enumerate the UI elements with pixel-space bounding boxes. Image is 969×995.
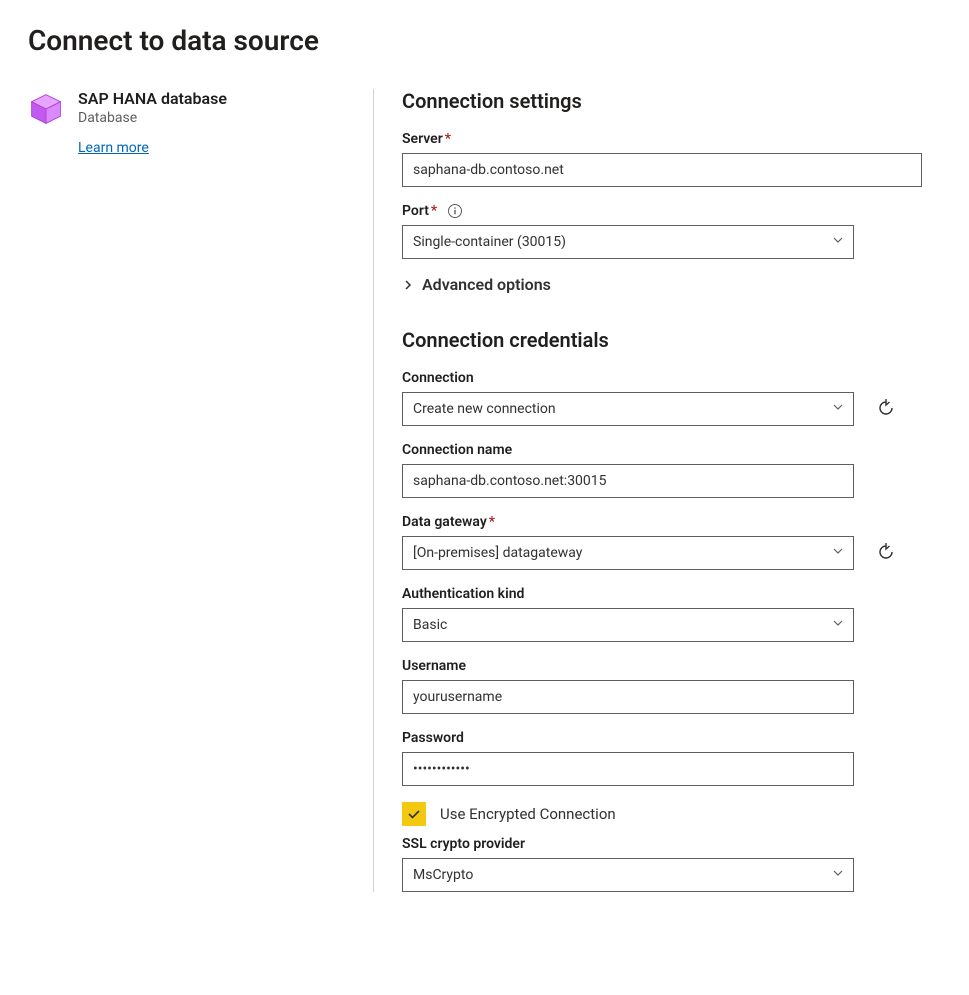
port-select[interactable] xyxy=(402,225,854,259)
refresh-gateway-button[interactable] xyxy=(872,539,900,567)
username-label: Username xyxy=(402,658,945,674)
refresh-connection-button[interactable] xyxy=(872,395,900,423)
database-cube-icon xyxy=(28,91,64,127)
learn-more-link[interactable]: Learn more xyxy=(78,140,149,156)
page-title: Connect to data source xyxy=(28,24,945,57)
data-gateway-label-text: Data gateway xyxy=(402,514,487,530)
chevron-right-icon xyxy=(402,279,414,291)
connection-credentials-heading: Connection credentials xyxy=(402,328,945,352)
required-asterisk: * xyxy=(431,203,437,219)
connection-label: Connection xyxy=(402,370,945,386)
username-input[interactable] xyxy=(402,680,854,714)
refresh-icon xyxy=(876,398,896,421)
use-encrypted-checkbox[interactable] xyxy=(402,802,426,826)
ssl-crypto-provider-label: SSL crypto provider xyxy=(402,836,945,852)
ssl-crypto-provider-select[interactable] xyxy=(402,858,854,892)
connection-name-label: Connection name xyxy=(402,442,945,458)
info-icon[interactable] xyxy=(447,203,463,219)
content-area: SAP HANA database Database Learn more Co… xyxy=(28,89,945,892)
server-input[interactable] xyxy=(402,153,922,187)
source-type: Database xyxy=(78,110,227,126)
use-encrypted-label: Use Encrypted Connection xyxy=(440,805,616,823)
connection-settings-heading: Connection settings xyxy=(402,89,945,113)
port-label: Port* xyxy=(402,203,945,219)
password-input[interactable] xyxy=(402,752,854,786)
connection-select[interactable] xyxy=(402,392,854,426)
data-gateway-label: Data gateway* xyxy=(402,514,945,530)
required-asterisk: * xyxy=(445,131,451,147)
advanced-options-label: Advanced options xyxy=(422,275,551,294)
port-label-text: Port xyxy=(402,203,429,219)
advanced-options-toggle[interactable]: Advanced options xyxy=(402,275,945,294)
authentication-kind-label: Authentication kind xyxy=(402,586,945,602)
source-sidebar: SAP HANA database Database Learn more xyxy=(28,89,374,892)
required-asterisk: * xyxy=(489,514,495,530)
password-label: Password xyxy=(402,730,945,746)
server-label: Server* xyxy=(402,131,945,147)
connection-name-input[interactable] xyxy=(402,464,854,498)
server-label-text: Server xyxy=(402,131,443,147)
refresh-icon xyxy=(876,542,896,565)
form-area: Connection settings Server* Port* xyxy=(374,89,945,892)
source-name: SAP HANA database xyxy=(78,89,227,108)
checkmark-icon xyxy=(406,806,422,822)
data-gateway-select[interactable] xyxy=(402,536,854,570)
authentication-kind-select[interactable] xyxy=(402,608,854,642)
